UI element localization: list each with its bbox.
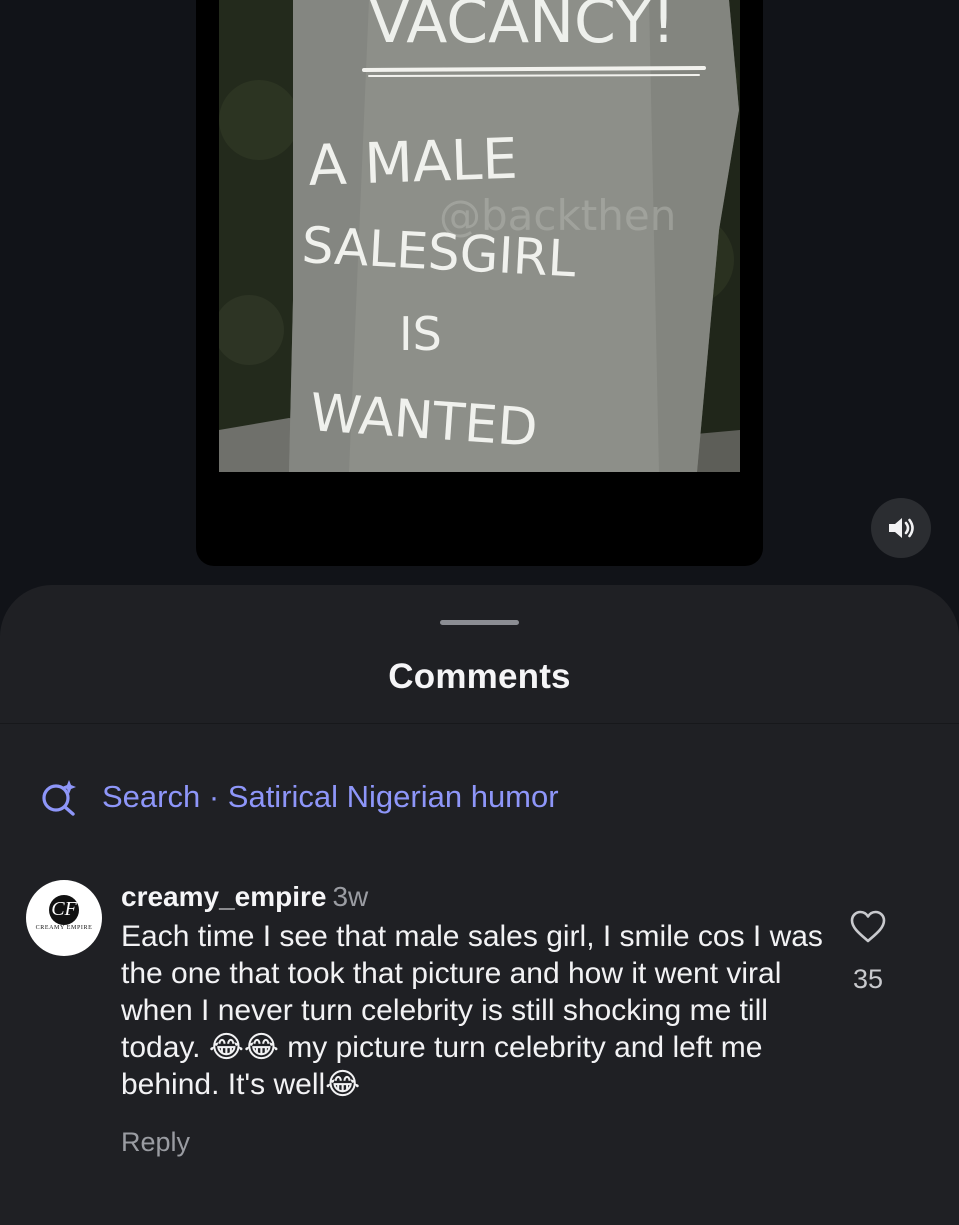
avatar-brand-name: CREAMY EMPIRE: [35, 925, 93, 931]
speaker-icon: [889, 518, 914, 538]
chalk-line-3: IS: [399, 307, 442, 361]
reply-button[interactable]: Reply: [121, 1127, 190, 1158]
sheet-grabber[interactable]: [440, 620, 519, 625]
sparkle-search-icon: [42, 780, 76, 816]
comment-body: creamy_empire 3w Each time I see that mal…: [121, 880, 841, 1158]
heart-outline-icon[interactable]: [850, 910, 886, 944]
post-image: VACANCY! A MALE @backthen SALESGIRL IS W…: [219, 0, 740, 472]
sheet-title: Comments: [388, 657, 571, 696]
chalk-line-1: A MALE: [307, 127, 518, 199]
chalk-line-top: VACANCY!: [369, 0, 676, 57]
divider: [0, 723, 959, 724]
avatar[interactable]: CF CREAMY EMPIRE: [26, 880, 102, 956]
like-column: 35: [850, 910, 886, 995]
comment-username[interactable]: creamy_empire: [121, 881, 326, 912]
avatar-initials: CF: [51, 898, 77, 920]
like-count: 35: [852, 964, 884, 994]
comment-search-button[interactable]: Search · Satirical Nigerian humor: [40, 775, 559, 819]
volume-button[interactable]: [871, 498, 931, 558]
video-player[interactable]: VACANCY! A MALE @backthen SALESGIRL IS W…: [0, 0, 959, 600]
laughing-emoji: 😂😂: [208, 1030, 279, 1065]
comment-time: 3w: [332, 881, 369, 912]
laughing-emoji: 😂: [325, 1067, 361, 1102]
comment-header: creamy_empire 3w: [121, 880, 841, 914]
comments-sheet: Comments Search · Satirical Nigerian hum…: [0, 585, 959, 1225]
search-label: Search · Satirical Nigerian humor: [102, 779, 559, 814]
comment-text: Each time I see that male sales girl, I …: [121, 918, 841, 1103]
